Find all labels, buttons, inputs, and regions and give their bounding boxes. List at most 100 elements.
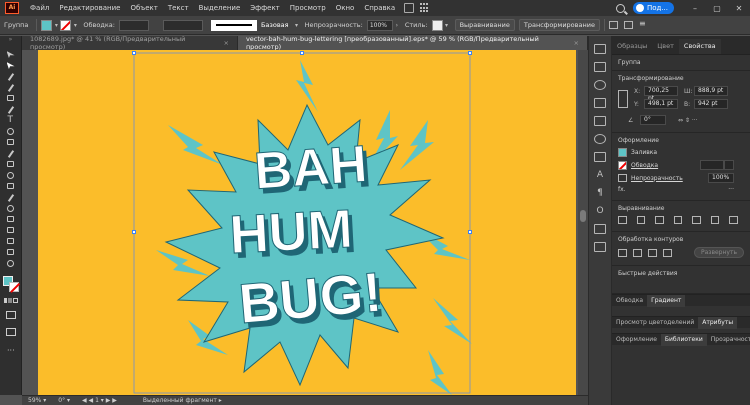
selection-handle[interactable] [468, 51, 472, 55]
symbols-icon[interactable] [594, 134, 606, 144]
workspace-grid-icon[interactable] [420, 3, 430, 13]
artboard-nav[interactable]: ◀ ◀ 1 ▾ ▶ ▶ [82, 397, 117, 404]
opacity-label[interactable]: Непрозрачность [631, 175, 683, 182]
libraries-icon[interactable] [594, 44, 606, 54]
selection-handle[interactable] [300, 51, 304, 55]
tab-attributes[interactable]: Атрибуты [698, 316, 738, 329]
artboard-tool-icon[interactable] [5, 237, 17, 246]
artboard[interactable]: BAH HUM BUG! BAH HUM BUG! [38, 50, 576, 395]
fx-button[interactable]: fx. [618, 186, 626, 193]
scrollbar-thumb[interactable] [580, 210, 586, 222]
style-swatch[interactable] [431, 19, 443, 31]
selection-handle[interactable] [132, 230, 136, 234]
tab-color[interactable]: Цвет [652, 39, 679, 54]
isolate-group-icon[interactable] [608, 21, 618, 29]
tab-transparency[interactable]: Прозрачность [707, 334, 750, 346]
intersect-icon[interactable] [648, 248, 657, 257]
opentype-icon[interactable]: O [594, 206, 606, 216]
tab-document-1[interactable]: 1082689.jpg* @ 41 % (RGB/Предварительный… [22, 35, 238, 51]
hand-tool-icon[interactable] [5, 248, 17, 257]
opacity-input[interactable]: 100% [708, 173, 734, 183]
direct-selection-tool-icon[interactable] [5, 61, 17, 70]
layers-icon[interactable] [594, 62, 606, 72]
rotation-select[interactable]: 0° ▾ [58, 397, 70, 404]
menu-window[interactable]: Окно [331, 4, 360, 12]
close-icon[interactable]: × [574, 39, 579, 47]
minimize-icon[interactable]: – [684, 4, 706, 13]
free-transform-tool-icon[interactable] [5, 160, 17, 169]
align-to-icon[interactable] [618, 216, 627, 224]
gradient-tool-icon[interactable] [5, 182, 17, 191]
chevron-down-icon[interactable]: ▾ [71, 22, 79, 29]
share-button[interactable]: Под... [632, 2, 674, 14]
variable-width-select[interactable] [162, 19, 203, 31]
tab-properties[interactable]: Свойства [678, 39, 721, 54]
fill-label[interactable]: Заливка [631, 149, 657, 156]
menu-type[interactable]: Текст [163, 4, 194, 12]
height-input[interactable]: 942 pt [694, 99, 728, 109]
stroke-swatch[interactable] [618, 160, 627, 170]
fill-swatch[interactable] [618, 148, 627, 157]
color-guide-icon[interactable] [594, 80, 606, 90]
transform-icon[interactable] [594, 224, 606, 234]
y-input[interactable]: 498,1 pt [644, 99, 678, 109]
fill-swatch[interactable] [41, 19, 53, 31]
more-options-icon[interactable]: ··· [728, 186, 734, 193]
selection-tool-icon[interactable] [5, 50, 17, 59]
reference-point-icon[interactable] [618, 90, 628, 108]
align-bottom-icon[interactable] [729, 216, 739, 224]
menu-edit[interactable]: Редактирование [54, 4, 125, 12]
align-right-icon[interactable] [673, 216, 683, 224]
menu-object[interactable]: Объект [125, 4, 162, 12]
tab-stroke[interactable]: Обводка [612, 295, 647, 307]
vertical-scrollbar[interactable] [578, 50, 588, 395]
close-icon[interactable]: × [223, 39, 228, 47]
type-tool-icon[interactable]: T [5, 115, 17, 125]
opacity-input[interactable]: 100% [366, 19, 393, 31]
selection-handle[interactable] [132, 51, 136, 55]
tab-document-2[interactable]: vector-bah-hum-bug-lettering [преобразов… [237, 35, 588, 51]
stroke-icon[interactable] [9, 282, 19, 292]
zoom-tool-icon[interactable] [5, 259, 17, 268]
menu-file[interactable]: Файл [25, 4, 54, 12]
draw-mode-icon[interactable] [6, 311, 16, 319]
stroke-label[interactable]: Обводка [631, 162, 658, 169]
pen-tool-icon[interactable] [5, 72, 17, 81]
align-middle-icon[interactable] [710, 216, 720, 224]
tab-separations-preview[interactable]: Просмотр цветоделений [612, 317, 698, 329]
angle-input[interactable]: 0° [640, 115, 666, 125]
chevron-down-icon[interactable]: ▾ [443, 22, 451, 29]
status-mode[interactable]: Выделенный фрагмент ▸ [143, 397, 222, 404]
menu-view[interactable]: Просмотр [285, 4, 331, 12]
paragraph-icon[interactable]: ¶ [594, 188, 606, 198]
align-button[interactable]: Выравнивание [454, 19, 515, 31]
unite-icon[interactable] [618, 248, 627, 257]
chevron-down-icon[interactable]: ▾ [52, 22, 60, 29]
selection-handle[interactable] [468, 230, 472, 234]
graphic-styles-icon[interactable] [594, 152, 606, 162]
stroke-weight-input[interactable] [118, 19, 149, 31]
panel-menu-icon[interactable]: ≡ [639, 20, 648, 29]
x-input[interactable]: 700,25 pt [644, 86, 678, 102]
screen-mode-icon[interactable] [6, 328, 16, 336]
rotate-tool-icon[interactable] [5, 127, 17, 136]
swatches-icon[interactable] [594, 98, 606, 108]
color-mode-icons[interactable] [4, 298, 18, 303]
eyedropper-tool-icon[interactable] [5, 193, 17, 202]
width-input[interactable]: 888,9 pt [694, 86, 728, 96]
chevron-right-icon[interactable]: › [393, 22, 401, 29]
canvas[interactable]: BAH HUM BUG! BAH HUM BUG! [22, 50, 588, 395]
graph-tool-icon[interactable] [5, 226, 17, 235]
scale-tool-icon[interactable] [5, 138, 17, 147]
menu-select[interactable]: Выделение [194, 4, 246, 12]
zoom-select[interactable]: 59% ▾ [28, 397, 46, 404]
character-icon[interactable]: A [594, 170, 606, 180]
close-icon[interactable]: ✕ [728, 4, 750, 13]
eraser-tool-icon[interactable] [5, 149, 17, 158]
maximize-icon[interactable]: ▢ [706, 4, 728, 13]
blend-tool-icon[interactable] [5, 204, 17, 213]
symbol-sprayer-tool-icon[interactable] [5, 215, 17, 224]
align-left-icon[interactable] [636, 216, 646, 224]
recolor-icon[interactable] [623, 21, 633, 29]
rectangle-tool-icon[interactable] [5, 94, 17, 103]
